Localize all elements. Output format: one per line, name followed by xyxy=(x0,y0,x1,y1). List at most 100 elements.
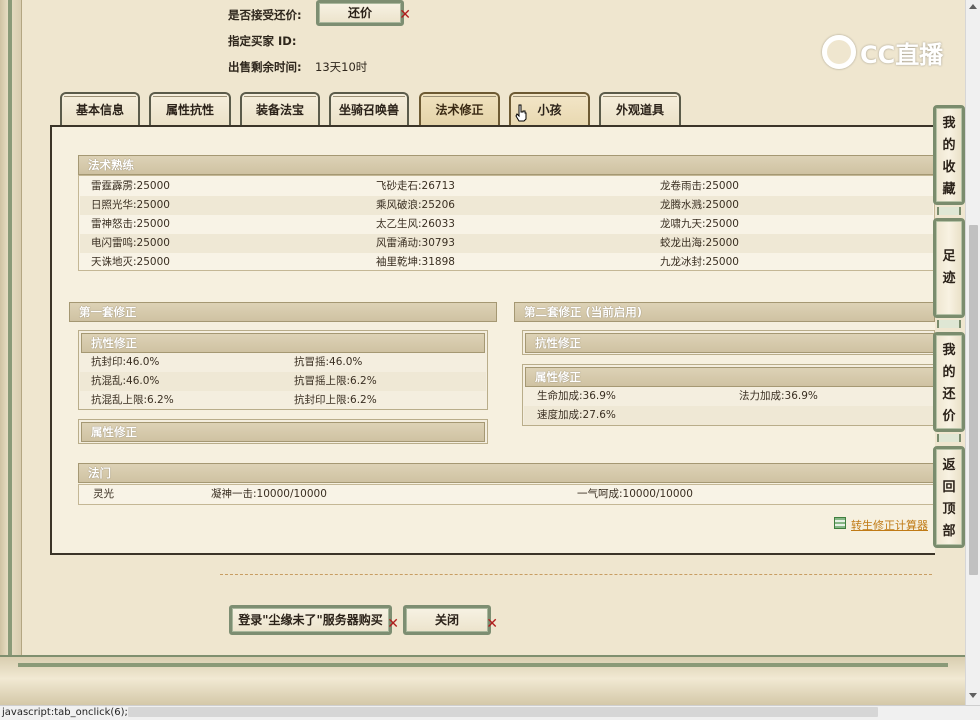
fa-men-table: 灵光 凝神一击:10000/10000 一气呵成:10000/10000 xyxy=(78,484,935,505)
footprints-button[interactable]: 足 迹 xyxy=(933,218,965,318)
fa-men-header: 法门 xyxy=(78,463,935,483)
tab-spell-correction[interactable]: 法术修正 xyxy=(419,92,500,126)
scroll-down-icon[interactable] xyxy=(969,693,977,698)
side-char: 收 xyxy=(942,160,956,175)
side-char: 回 xyxy=(942,480,956,495)
table-row: 雷神怒击:25000 太乙生风:26033 龙啸九天:25000 xyxy=(80,215,933,234)
cc-live-logo: CC直播 xyxy=(822,33,943,71)
set1-header: 第一套修正 xyxy=(69,302,497,322)
rebirth-calculator-link[interactable]: 转生修正计算器 xyxy=(851,517,928,533)
side-char: 还 xyxy=(942,387,956,402)
set2-attr-header: 属性修正 xyxy=(525,367,934,387)
side-char: 我 xyxy=(942,116,956,131)
table-cell: 电闪雷鸣:25000 xyxy=(91,237,170,249)
table-cell: 生命加成:36.9% xyxy=(537,390,616,402)
set1-resist-header: 抗性修正 xyxy=(81,333,485,353)
table-cell: 龙啸九天:25000 xyxy=(660,218,739,230)
table-cell: 法力加成:36.9% xyxy=(739,390,818,402)
table-row: 灵光 凝神一击:10000/10000 一气呵成:10000/10000 xyxy=(80,485,933,504)
counter-offer-label: 还价 xyxy=(347,6,372,20)
hand-cursor-icon xyxy=(515,104,527,122)
table-row: 日照光华:25000 乘风破浪:25206 龙腾水溅:25000 xyxy=(80,196,933,215)
table-cell: 风雷涌动:30793 xyxy=(376,237,455,249)
table-cell: 抗混乱上限:6.2% xyxy=(91,394,174,406)
accept-counter-label: 是否接受还价: xyxy=(228,8,302,22)
table-cell: 太乙生风:26033 xyxy=(376,218,455,230)
table-cell: 龙腾水溅:25000 xyxy=(660,199,739,211)
set1-resist-box: 抗性修正 抗封印:46.0% 抗冒摇:46.0% 抗混乱:46.0% 抗冒摇上限… xyxy=(78,330,488,410)
calculator-icon xyxy=(834,517,846,529)
set1-attr-header: 属性修正 xyxy=(81,422,485,442)
tab-attribute-resist[interactable]: 属性抗性 xyxy=(149,92,231,126)
side-char: 部 xyxy=(942,524,956,539)
tab-appearance-items[interactable]: 外观道具 xyxy=(599,92,681,126)
table-cell: 天诛地灭:25000 xyxy=(91,256,170,268)
table-cell: 速度加成:27.6% xyxy=(537,409,616,421)
my-counter-offers-button[interactable]: 我 的 还 价 xyxy=(933,332,965,432)
back-to-top-button[interactable]: 返 回 顶 部 xyxy=(933,446,965,548)
table-cell: 抗封印:46.0% xyxy=(91,356,160,368)
tab-label: 坐骑召唤兽 xyxy=(338,103,399,117)
set2-resist-header: 抗性修正 xyxy=(525,333,934,353)
table-cell: 龙卷雨击:25000 xyxy=(660,180,739,192)
bottom-frame-border xyxy=(0,655,965,705)
side-char: 藏 xyxy=(942,182,956,197)
table-cell: 一气呵成:10000/10000 xyxy=(577,488,693,500)
table-row: 速度加成:27.6% xyxy=(524,406,933,425)
divider xyxy=(220,574,932,575)
logo-text: CC直播 xyxy=(860,40,944,69)
side-char: 返 xyxy=(942,458,956,473)
side-char: 足 xyxy=(942,249,956,264)
buy-on-server-label: 登录"尘缘未了"服务器购买 xyxy=(238,613,383,627)
buy-on-server-button[interactable]: 登录"尘缘未了"服务器购买 ✕ xyxy=(229,605,399,635)
scroll-up-icon[interactable] xyxy=(969,4,977,9)
side-connector xyxy=(937,207,961,215)
tab-label: 基本信息 xyxy=(75,103,124,117)
horizontal-scrollbar-thumb[interactable] xyxy=(128,707,878,717)
close-label: 关闭 xyxy=(434,613,459,627)
status-url: javascript:tab_onclick(6); xyxy=(2,707,128,718)
my-favorites-button[interactable]: 我 的 收 藏 xyxy=(933,105,965,205)
left-frame-border xyxy=(0,0,22,705)
set2-resist-box: 抗性修正 xyxy=(522,330,935,355)
close-x-icon: ✕ xyxy=(486,616,498,632)
table-row: 抗封印:46.0% 抗冒摇:46.0% xyxy=(80,353,486,372)
close-x-icon: ✕ xyxy=(387,616,399,632)
table-cell: 飞砂走石:26713 xyxy=(376,180,455,192)
set2-attr-box: 属性修正 生命加成:36.9% 法力加成:36.9% 速度加成:27.6% xyxy=(522,364,935,426)
tab-basic-info[interactable]: 基本信息 xyxy=(60,92,140,126)
table-cell: 雷神怒击:25000 xyxy=(91,218,170,230)
spell-mastery-table: 雷霆霹雳:25000 飞砂走石:26713 龙卷雨击:25000 日照光华:25… xyxy=(78,175,935,271)
counter-offer-button[interactable]: 还价 ✕ xyxy=(316,0,411,26)
table-cell: 袖里乾坤:31898 xyxy=(376,256,455,268)
table-cell: 九龙冰封:25000 xyxy=(660,256,739,268)
tab-label: 装备法宝 xyxy=(255,103,304,117)
tab-mount-summon[interactable]: 坐骑召唤兽 xyxy=(329,92,409,126)
table-row: 抗混乱上限:6.2% 抗封印上限:6.2% xyxy=(80,391,486,410)
tab-equipment[interactable]: 装备法宝 xyxy=(240,92,320,126)
table-row: 雷霆霹雳:25000 飞砂走石:26713 龙卷雨击:25000 xyxy=(80,177,933,196)
close-x-icon: ✕ xyxy=(399,7,411,23)
table-row: 抗混乱:46.0% 抗冒摇上限:6.2% xyxy=(80,372,486,391)
table-row: 电闪雷鸣:25000 风雷涌动:30793 蛟龙出海:25000 xyxy=(80,234,933,253)
vertical-scrollbar[interactable] xyxy=(965,0,980,705)
close-button[interactable]: 关闭 ✕ xyxy=(403,605,498,635)
set2-header: 第二套修正 (当前启用) xyxy=(514,302,935,322)
table-row: 生命加成:36.9% 法力加成:36.9% xyxy=(524,387,933,406)
table-cell: 灵光 xyxy=(93,488,114,500)
side-connector xyxy=(937,320,961,328)
time-left-value: 13天10时 xyxy=(315,60,368,74)
side-connector xyxy=(937,434,961,442)
side-char: 我 xyxy=(942,343,956,358)
scrollbar-thumb[interactable] xyxy=(969,225,978,575)
table-cell: 抗封印上限:6.2% xyxy=(294,394,377,406)
side-char: 的 xyxy=(942,365,956,380)
table-cell: 凝神一击:10000/10000 xyxy=(211,488,327,500)
tab-label: 属性抗性 xyxy=(165,103,214,117)
logo-circle-icon xyxy=(822,35,856,69)
table-cell: 蛟龙出海:25000 xyxy=(660,237,739,249)
side-char: 迹 xyxy=(942,271,956,286)
side-char: 价 xyxy=(942,409,956,424)
tab-label: 外观道具 xyxy=(615,103,664,117)
table-cell: 日照光华:25000 xyxy=(91,199,170,211)
